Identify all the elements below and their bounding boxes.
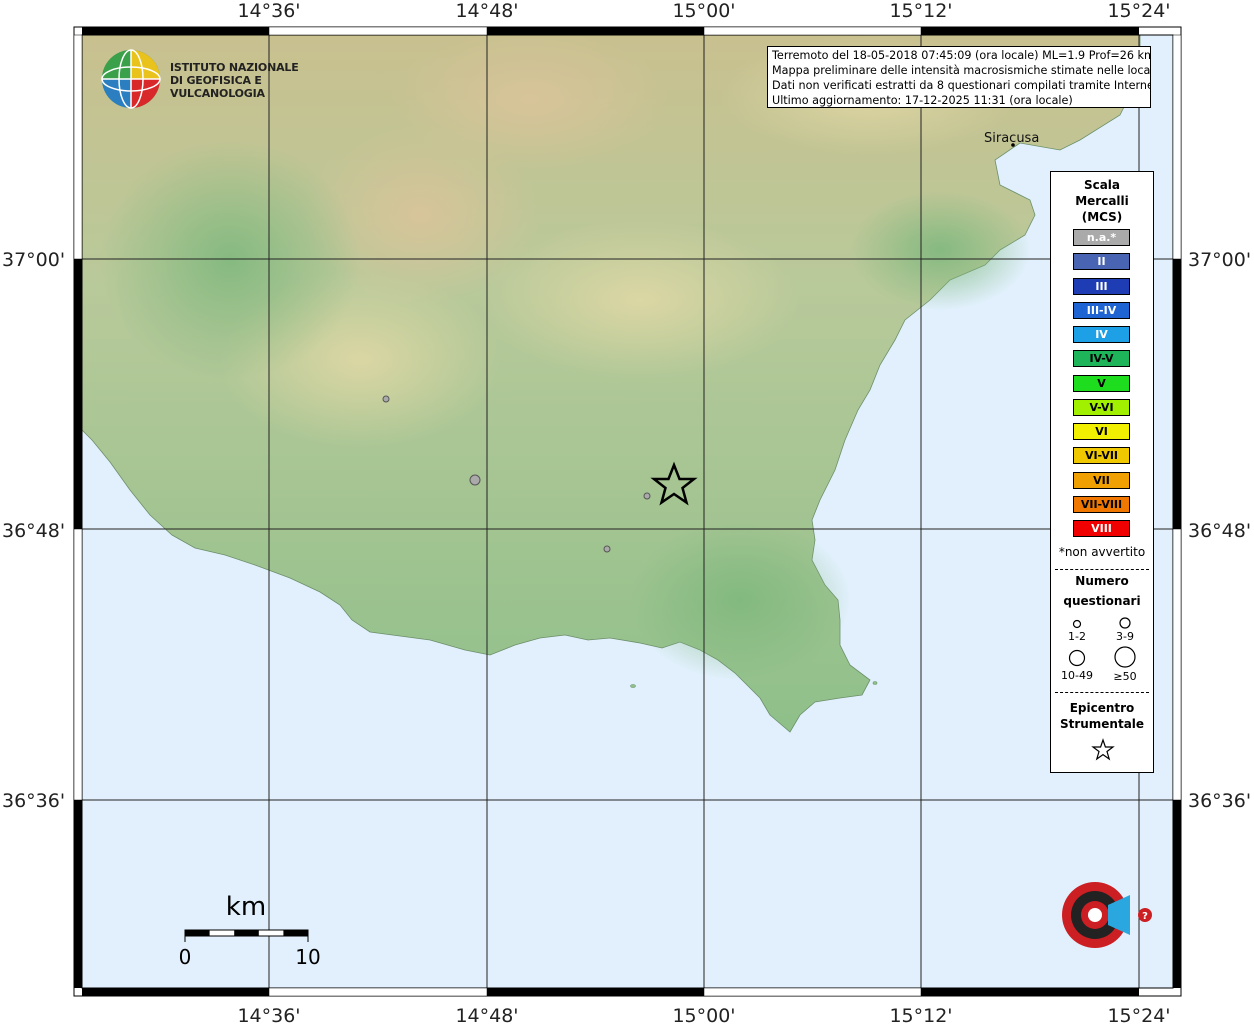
ingv-logo[interactable]: ISTITUTO NAZIONALE DI GEOFISICA E VULCAN… [100, 48, 330, 110]
lon-label-top: 14°48' [455, 0, 518, 22]
legend-title-line: Mercalli [1075, 194, 1129, 208]
mcs-level-box: V [1073, 374, 1130, 392]
mcs-level-box: III-IV [1073, 301, 1130, 319]
ingv-name: ISTITUTO NAZIONALE DI GEOFISICA E VULCAN… [170, 61, 330, 100]
lat-label-left: 37°00' [2, 249, 65, 271]
lat-label-right: 36°36' [1188, 790, 1251, 812]
question-glyph: ? [1142, 911, 1148, 922]
mcs-level-box: III [1073, 277, 1130, 295]
mcs-level-box: VI-VII [1073, 447, 1130, 465]
not-felt-note: *non avvertito [1058, 545, 1146, 559]
mcs-level-box: IV [1073, 326, 1130, 343]
city-label-siracusa: Siracusa [984, 131, 1040, 146]
lon-label-bottom: 14°36' [237, 1005, 300, 1024]
legend-title-line: Scala [1083, 178, 1121, 192]
event-info-line: Ultimo aggiornamento: 17-12-2025 11:31 (… [772, 94, 1073, 107]
intensity-point[interactable] [469, 474, 481, 486]
mcs-level-box: II [1073, 253, 1130, 271]
size-label: ≥50 [1113, 670, 1137, 683]
scale-unit: km [226, 892, 266, 922]
event-info-line: Dati non verificati estratti da 8 questi… [772, 79, 1151, 92]
lat-label-right: 36°48' [1188, 520, 1251, 542]
questionnaires-title: questionari [1063, 594, 1141, 608]
event-info-line: Terremoto del 18-05-2018 07:45:09 (ora l… [772, 49, 1151, 62]
mcs-level-box: VIII [1073, 520, 1130, 537]
mcs-level-box: n.a.* [1073, 229, 1130, 246]
scale-min: 0 [179, 945, 192, 969]
ingv-name-line1: ISTITUTO NAZIONALE [170, 61, 299, 74]
lon-label-top: 15°24' [1107, 0, 1170, 22]
size-label: 10-49 [1061, 669, 1093, 682]
event-info-line: Mappa preliminare delle intensità macros… [772, 64, 1151, 77]
lon-label-top: 14°36' [237, 0, 300, 22]
lat-label-left: 36°36' [2, 790, 65, 812]
globe-icon [101, 49, 161, 109]
star-icon [1091, 738, 1115, 761]
lon-label-bottom: 15°24' [1107, 1005, 1170, 1024]
legend-title-line: (MCS) [1081, 210, 1123, 224]
lon-label-top: 15°12' [889, 0, 952, 22]
relief-lowland [100, 140, 360, 380]
ingv-name-line2: DI GEOFISICA E VULCANOLOGIA [170, 74, 265, 100]
mcs-level-box: VII-VIII [1073, 495, 1130, 513]
mcs-level-box: V-VI [1073, 398, 1130, 416]
lon-label-bottom: 15°00' [672, 1005, 735, 1024]
legend-title: Scala Mercalli (MCS) [1051, 177, 1153, 225]
relief-lowland [850, 190, 1030, 310]
legend-divider [1055, 692, 1149, 693]
epicenter-title: Strumentale [1059, 717, 1145, 731]
lon-label-top: 15°00' [672, 0, 735, 22]
size-label: 1-2 [1068, 630, 1086, 643]
intensity-point[interactable] [603, 545, 611, 553]
relief-plateau [480, 220, 800, 380]
islet [872, 681, 878, 685]
scale-max: 10 [295, 945, 320, 969]
mcs-level-box: VII [1073, 471, 1130, 489]
hsit-logo-center [1088, 908, 1102, 922]
lat-label-left: 36°48' [2, 520, 65, 542]
size-label: 3-9 [1116, 630, 1134, 643]
event-info-box: Terremoto del 18-05-2018 07:45:09 (ora l… [767, 46, 1151, 108]
relief-lowland [630, 520, 850, 680]
intensity-point[interactable] [382, 395, 390, 403]
lon-label-bottom: 14°48' [455, 1005, 518, 1024]
mcs-level-box: VI [1073, 423, 1130, 440]
questionnaires-title: Numero [1075, 574, 1129, 588]
lon-label-bottom: 15°12' [889, 1005, 952, 1024]
legend-divider [1055, 569, 1149, 570]
islet [630, 684, 636, 688]
epicenter-title: Epicentro [1069, 701, 1135, 715]
mcs-level-box: IV-V [1073, 350, 1130, 368]
intensity-legend: Scala Mercalli (MCS) n.a.* II III III-IV IV I… [1050, 171, 1154, 773]
lat-label-right: 37°00' [1188, 249, 1251, 271]
intensity-point[interactable] [643, 492, 651, 500]
